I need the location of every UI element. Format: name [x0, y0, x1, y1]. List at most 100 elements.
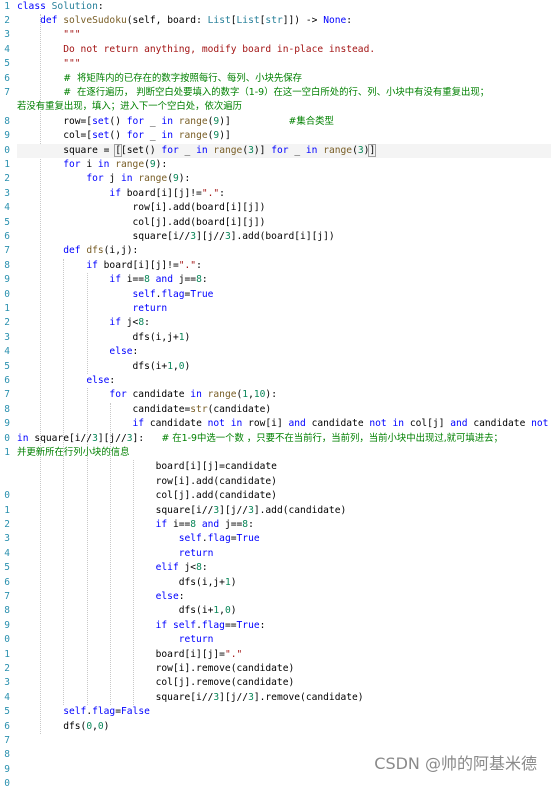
line-number: 1 [4, 446, 10, 458]
code-line[interactable]: row=[set() for _ in range(9)] #集合类型 [17, 115, 551, 129]
code-token: else [86, 374, 110, 386]
code-token: row[i].add(candidate) [17, 475, 277, 487]
code-line[interactable]: if j<8: [17, 316, 551, 330]
code-token: List [236, 14, 260, 26]
code-line[interactable]: in square[i//3][j//3]: # 在1-9中选一个数 ，只要不在… [17, 432, 551, 446]
code-token: str [265, 14, 283, 26]
code-line[interactable]: self.flag=True [17, 532, 551, 546]
code-token: False [121, 706, 150, 718]
code-token: col=[ [17, 130, 93, 142]
code-line[interactable]: row[i].remove(candidate) [17, 662, 551, 676]
code-line[interactable]: board[i][j]=candidate [17, 460, 551, 474]
code-line[interactable]: else: [17, 345, 551, 359]
code-token: )] [219, 115, 289, 127]
code-token: board[i][j]= [17, 648, 225, 660]
line-number: 5 [4, 360, 10, 372]
code-line[interactable]: self.flag=False [17, 705, 551, 719]
code-line[interactable]: square[i//3][j//3].remove(candidate) [17, 691, 551, 705]
line-number: 1 [4, 302, 10, 314]
code-token: for [86, 173, 110, 185]
code-token: ): [178, 173, 191, 185]
line-number: 0 [4, 490, 10, 502]
code-token: flag [207, 533, 231, 545]
line-number: 5 [4, 58, 10, 70]
code-token: if [132, 418, 150, 430]
code-line[interactable]: row[i].add(board[i][j]) [17, 201, 551, 215]
code-line[interactable]: if i==8 and j==8: [17, 273, 551, 287]
code-line[interactable]: elif j<8: [17, 561, 551, 575]
code-line[interactable]: square[i//3][j//3].add(board[i][j]) [17, 230, 551, 244]
code-line[interactable]: self.flag=True [17, 288, 551, 302]
code-line[interactable]: dfs(i+1,0) [17, 604, 551, 618]
line-number: 9 [4, 619, 10, 631]
code-line[interactable]: else: [17, 374, 551, 388]
code-token: i [86, 158, 98, 170]
code-token: candidate [132, 389, 191, 401]
code-comment: # 将矩阵内的已存在的数字按照每行、每列、小块先保存 [63, 72, 303, 84]
line-number: 7 [4, 86, 10, 98]
code-line[interactable]: # 将矩阵内的已存在的数字按照每行、每列、小块先保存 [17, 72, 551, 86]
code-line[interactable] [17, 734, 551, 748]
code-line[interactable]: square = [[set() for _ in range(3)] for … [17, 143, 551, 158]
code-line[interactable]: candidate=str(candidate) [17, 403, 551, 417]
line-number: 0 [4, 432, 10, 444]
code-token: dfs(i+ [17, 605, 214, 617]
code-token: dfs [86, 245, 104, 257]
code-line[interactable]: # 在逐行遍历， 判断空白处要填入的数字（1-9）在这一空白所处的行、列、小块中… [17, 86, 551, 100]
code-line[interactable]: else: [17, 590, 551, 604]
line-number: 6 [4, 230, 10, 242]
code-line[interactable]: col[j].remove(candidate) [17, 676, 551, 690]
code-line[interactable]: def dfs(i,j): [17, 244, 551, 258]
code-token: and [288, 418, 312, 430]
line-number: 5 [4, 562, 10, 574]
code-line[interactable]: return [17, 302, 551, 316]
code-line[interactable]: col[j].add(candidate) [17, 489, 551, 503]
code-line[interactable]: def solveSudoku(self, board: List[List[s… [17, 14, 551, 28]
code-line[interactable]: Do not return anything, modify board in-… [17, 43, 551, 57]
code-line[interactable]: dfs(i,j+1) [17, 576, 551, 590]
code-token: square[i// [17, 691, 214, 703]
code-line[interactable]: if board[i][j]!=".": [17, 259, 551, 273]
code-line[interactable]: return [17, 633, 551, 647]
code-editor[interactable]: 1234567890123456789012345678901012345678… [0, 0, 551, 789]
code-line[interactable]: square[i//3][j//3].add(candidate) [17, 504, 551, 518]
code-line[interactable]: dfs(0,0) [17, 720, 551, 734]
code-line[interactable]: 并更新所在行列小块的信息 [17, 446, 551, 460]
code-line[interactable]: col=[set() for _ in range(9)] [17, 129, 551, 143]
code-line[interactable]: if self.flag==True: [17, 619, 551, 633]
code-token: def [40, 14, 64, 26]
code-line[interactable]: col[j].add(board[i][j]) [17, 216, 551, 230]
code-line[interactable]: for i in range(9): [17, 158, 551, 172]
code-line[interactable]: """ [17, 57, 551, 71]
code-token: return [178, 634, 214, 646]
code-line[interactable]: 若没有重复出现，填入；进入下一个空白处，依次遍历 [17, 100, 551, 114]
code-line[interactable]: class Solution: [17, 0, 551, 14]
line-number: 2 [4, 14, 10, 26]
code-line[interactable] [17, 777, 551, 791]
code-line[interactable]: return [17, 547, 551, 561]
code-token: in [97, 158, 116, 170]
code-token: for [271, 144, 295, 156]
code-line[interactable]: if board[i][j]!=".": [17, 187, 551, 201]
code-token: row[i] [248, 418, 289, 430]
code-line[interactable]: if i==8 and j==8: [17, 518, 551, 532]
code-comment: # 在逐行遍历， 判断空白处要填入的数字（1-9）在这一空白所处的行、列、小块中… [63, 86, 490, 98]
code-line[interactable]: row[i].add(candidate) [17, 475, 551, 489]
line-number: 1 [4, 648, 10, 660]
code-token: for [109, 389, 133, 401]
code-line[interactable]: dfs(i+1,0) [17, 360, 551, 374]
code-line[interactable]: if candidate not in row[i] and candidate… [17, 417, 551, 431]
code-line[interactable]: for j in range(9): [17, 172, 551, 186]
code-line[interactable]: board[i][j]="." [17, 648, 551, 662]
code-token: if [109, 187, 127, 199]
code-token: for [63, 158, 87, 170]
line-number: 9 [4, 274, 10, 286]
code-line[interactable]: """ [17, 28, 551, 42]
line-number: 6 [4, 374, 10, 386]
code-line[interactable]: dfs(i,j+1) [17, 331, 551, 345]
code-token: dfs(i,j+ [17, 576, 225, 588]
code-line[interactable]: for candidate in range(1,10): [17, 388, 551, 402]
